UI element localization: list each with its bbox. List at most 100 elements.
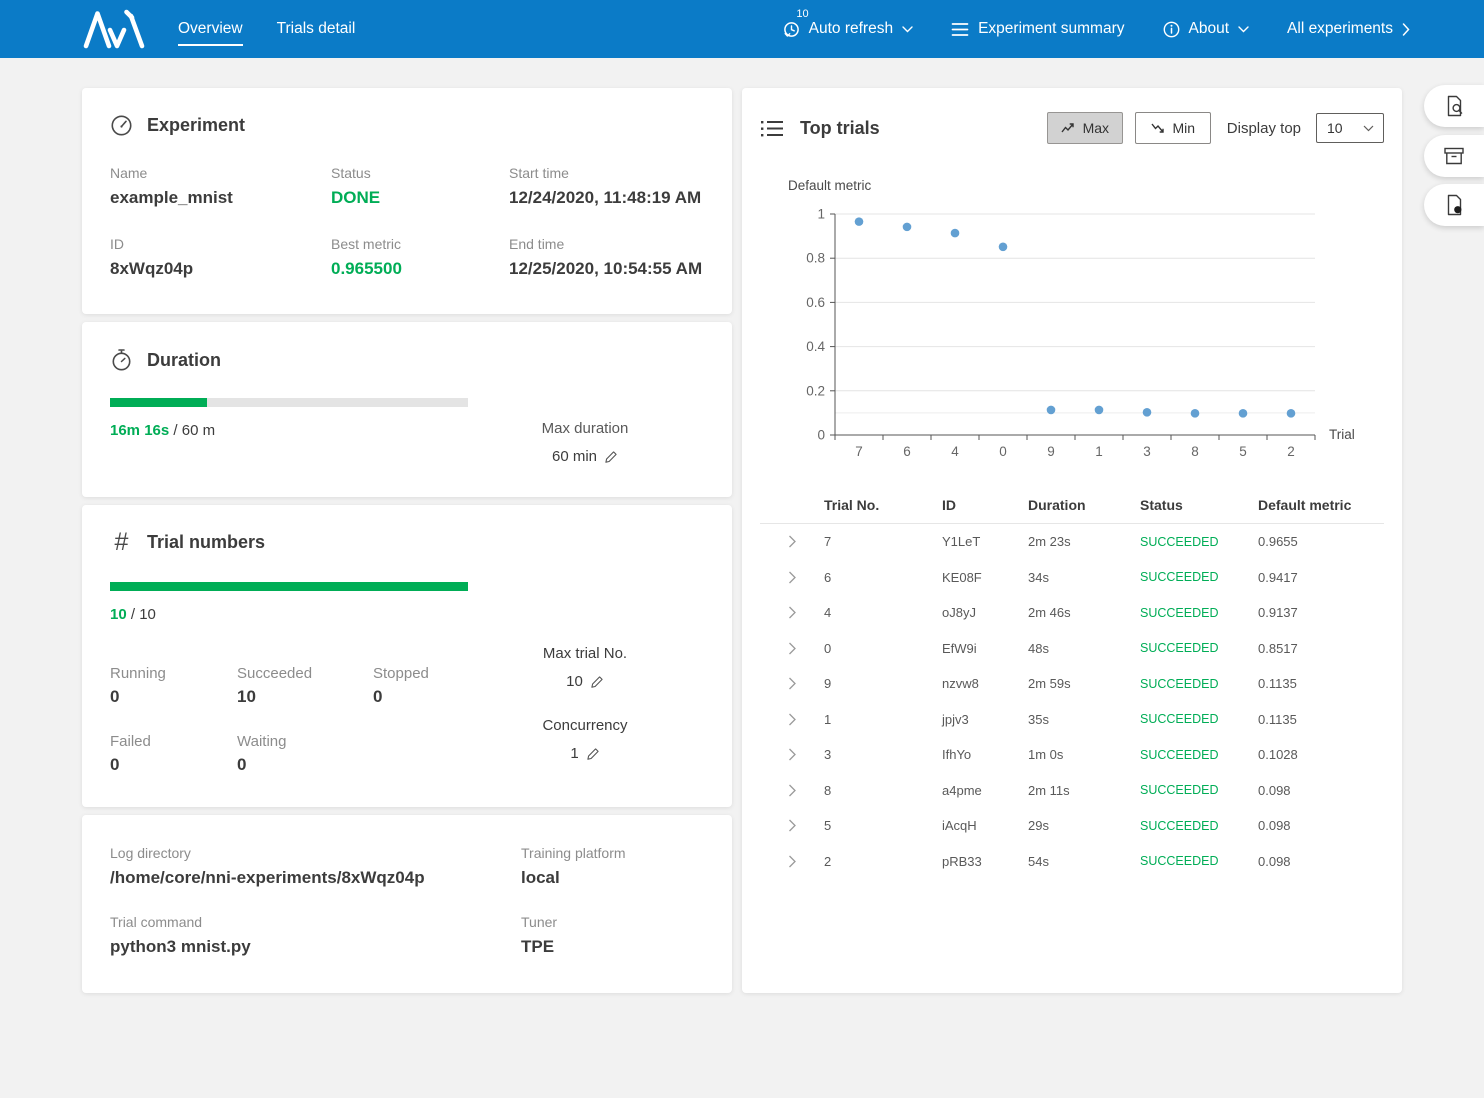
duration-cell: 34s xyxy=(1028,570,1140,585)
svg-text:0: 0 xyxy=(817,428,825,443)
trial-id-cell: jpjv3 xyxy=(942,712,1028,727)
metric-cell: 0.098 xyxy=(1258,783,1384,798)
experiment-panel-title: Experiment xyxy=(147,115,245,136)
trend-up-icon xyxy=(1061,122,1075,134)
field-start-time: Start time 12/24/2020, 11:48:19 AM xyxy=(509,165,704,208)
column-header[interactable]: Trial No. xyxy=(824,497,942,513)
table-header-row: Trial No.IDDurationStatusDefault metric xyxy=(760,492,1384,524)
about-label: About xyxy=(1189,20,1230,38)
duration-cell: 1m 0s xyxy=(1028,747,1140,762)
chevron-right-icon xyxy=(788,819,797,832)
trial-id-cell: a4pme xyxy=(942,783,1028,798)
display-top-select[interactable]: 10 xyxy=(1316,113,1384,143)
chevron-down-icon xyxy=(902,26,913,33)
scatter-point xyxy=(1143,408,1152,417)
expand-row-button[interactable] xyxy=(760,571,824,584)
status-cell: SUCCEEDED xyxy=(1140,748,1258,762)
summary-list-icon xyxy=(951,22,969,37)
info-icon xyxy=(1163,21,1180,38)
scatter-point xyxy=(1191,409,1200,418)
trial-id-cell: EfW9i xyxy=(942,641,1028,656)
document-search-icon xyxy=(1444,95,1465,117)
column-header[interactable]: Default metric xyxy=(1258,497,1384,513)
svg-text:7: 7 xyxy=(855,444,863,459)
column-header[interactable]: ID xyxy=(942,497,1028,513)
about-menu[interactable]: About xyxy=(1163,20,1250,38)
expand-row-button[interactable] xyxy=(760,535,824,548)
table-body: 7Y1LeT2m 23sSUCCEEDED0.96556KE08F34sSUCC… xyxy=(760,524,1384,879)
trial-id-cell: oJ8yJ xyxy=(942,605,1028,620)
trial-no-cell: 0 xyxy=(824,641,942,656)
expand-row-button[interactable] xyxy=(760,855,824,868)
status-cell: SUCCEEDED xyxy=(1140,783,1258,797)
svg-text:Trial: Trial xyxy=(1329,427,1355,442)
duration-cell: 2m 46s xyxy=(1028,605,1140,620)
all-experiments-link[interactable]: All experiments xyxy=(1287,20,1410,38)
auto-refresh-countdown: 10 xyxy=(796,8,808,20)
stat-succeeded: Succeeded 10 xyxy=(237,665,373,707)
field-best-metric: Best metric 0.965500 xyxy=(331,236,509,279)
error-log-button[interactable] xyxy=(1424,184,1484,226)
edit-pencil-icon[interactable] xyxy=(604,450,618,464)
chevron-right-icon xyxy=(788,784,797,797)
scatter-point xyxy=(951,229,960,238)
table-row: 8a4pme2m 11sSUCCEEDED0.098 xyxy=(760,773,1384,809)
chevron-right-icon xyxy=(788,642,797,655)
metric-cell: 0.9655 xyxy=(1258,534,1384,549)
scatter-point xyxy=(903,223,912,232)
min-toggle-button[interactable]: Min xyxy=(1135,112,1211,144)
chevron-right-icon xyxy=(788,535,797,548)
field-log-directory: Log directory /home/core/nni-experiments… xyxy=(110,845,521,888)
experiment-fields: Name example_mnist Status DONE Start tim… xyxy=(110,165,704,279)
tab-trials-detail[interactable]: Trials detail xyxy=(277,16,356,42)
edit-pencil-icon[interactable] xyxy=(586,747,600,761)
experiment-summary-button[interactable]: Experiment summary xyxy=(951,20,1124,38)
svg-text:0.4: 0.4 xyxy=(806,339,825,354)
stat-failed: Failed 0 xyxy=(110,733,237,775)
display-top-label: Display top xyxy=(1227,120,1301,137)
status-badge: DONE xyxy=(331,188,509,208)
status-cell: SUCCEEDED xyxy=(1140,535,1258,549)
expand-row-button[interactable] xyxy=(760,748,824,761)
expand-row-button[interactable] xyxy=(760,819,824,832)
column-header[interactable]: Status xyxy=(1140,497,1258,513)
trial-numbers-panel-title: Trial numbers xyxy=(147,532,265,553)
view-config-button[interactable] xyxy=(1424,85,1484,127)
table-row: 0EfW9i48sSUCCEEDED0.8517 xyxy=(760,631,1384,667)
table-row: 5iAcqH29sSUCCEEDED0.098 xyxy=(760,808,1384,844)
max-duration-label: Max duration xyxy=(520,420,650,437)
scatter-point xyxy=(1287,409,1296,418)
tab-overview[interactable]: Overview xyxy=(178,16,243,42)
experiment-summary-label: Experiment summary xyxy=(978,20,1124,38)
auto-refresh-label: Auto refresh xyxy=(809,20,893,38)
max-duration-block: Max duration 60 min xyxy=(520,420,650,465)
expand-row-button[interactable] xyxy=(760,677,824,690)
duration-panel: Duration 16m 16s / 60 m Max duration 60 … xyxy=(82,322,732,497)
metric-cell: 0.9137 xyxy=(1258,605,1384,620)
table-row: 7Y1LeT2m 23sSUCCEEDED0.9655 xyxy=(760,524,1384,560)
svg-text:0.2: 0.2 xyxy=(806,383,825,398)
nni-logo xyxy=(82,9,148,49)
expand-row-button[interactable] xyxy=(760,642,824,655)
edit-pencil-icon[interactable] xyxy=(590,675,604,689)
expand-row-button[interactable] xyxy=(760,713,824,726)
trials-progress-bar xyxy=(110,582,468,591)
max-trial-value: 10 xyxy=(566,673,583,690)
auto-refresh-menu[interactable]: 10 Auto refresh xyxy=(783,20,913,38)
expand-row-button[interactable] xyxy=(760,606,824,619)
top-trials-title: Top trials xyxy=(800,118,880,139)
max-toggle-button[interactable]: Max xyxy=(1047,112,1123,144)
metric-cell: 0.1028 xyxy=(1258,747,1384,762)
experiment-archive-button[interactable] xyxy=(1424,135,1484,177)
field-trial-command: Trial command python3 mnist.py xyxy=(110,914,521,957)
trial-no-cell: 5 xyxy=(824,818,942,833)
column-header[interactable]: Duration xyxy=(1028,497,1140,513)
scatter-point xyxy=(1239,409,1248,418)
max-trial-label: Max trial No. xyxy=(520,645,650,662)
top-trials-list-icon xyxy=(760,119,784,138)
trial-numbers-panel: # Trial numbers 10 / 10 Running 0 Succee… xyxy=(82,505,732,807)
duration-progress-bar xyxy=(110,398,468,407)
expand-row-button[interactable] xyxy=(760,784,824,797)
chevron-right-icon xyxy=(788,748,797,761)
trial-no-cell: 8 xyxy=(824,783,942,798)
